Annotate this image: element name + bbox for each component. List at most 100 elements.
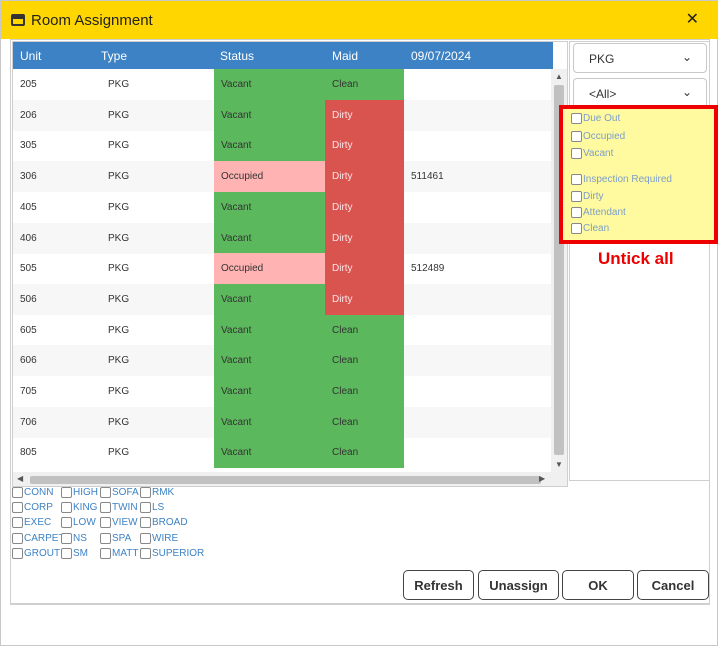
feature-tag-checkbox[interactable]: BROAD: [140, 517, 188, 529]
unassign-button[interactable]: Unassign: [478, 570, 559, 600]
header-date[interactable]: 09/07/2024: [411, 49, 471, 63]
type-cell: PKG: [108, 263, 130, 275]
filter-dropdown[interactable]: <All> ⌄: [573, 78, 707, 108]
checkbox-icon[interactable]: [571, 131, 582, 142]
table-row[interactable]: 605 PKG Vacant Clean: [13, 314, 553, 346]
checkbox-icon[interactable]: [100, 502, 111, 514]
close-icon[interactable]: ✕: [686, 12, 699, 28]
feature-tag-checkbox[interactable]: KING: [61, 502, 97, 514]
ok-button[interactable]: OK: [562, 570, 634, 600]
header-maid[interactable]: Maid: [332, 49, 358, 63]
checkbox-icon[interactable]: [100, 532, 111, 544]
scroll-up-icon[interactable]: ▲: [555, 72, 563, 81]
filter-checkbox[interactable]: Inspection Required: [571, 174, 672, 185]
feature-tag-checkbox[interactable]: SOFA: [100, 487, 139, 498]
checkbox-icon[interactable]: [12, 517, 23, 529]
feature-tag-checkbox[interactable]: RMK: [140, 487, 174, 498]
checkbox-icon[interactable]: [140, 547, 151, 559]
checkbox-icon[interactable]: [12, 547, 23, 559]
feature-tag-checkbox[interactable]: HIGH: [61, 487, 98, 498]
table-row[interactable]: 606 PKG Vacant Clean: [13, 345, 553, 377]
feature-tag-checkbox[interactable]: CARPET: [12, 532, 65, 544]
horizontal-scrollbar[interactable]: ◀ ▶: [13, 472, 567, 486]
table-row[interactable]: 306 PKG Occupied Dirty 511461: [13, 161, 553, 193]
checkbox-icon[interactable]: [100, 487, 111, 498]
feature-tag-checkbox[interactable]: GROUT: [12, 547, 60, 559]
feature-tag-checkbox[interactable]: LOW: [61, 517, 96, 529]
table-row[interactable]: 305 PKG Vacant Dirty: [13, 130, 553, 162]
checkbox-icon[interactable]: [100, 517, 111, 529]
scroll-down-icon[interactable]: ▼: [555, 460, 563, 469]
feature-tag-checkbox[interactable]: SPA: [100, 532, 131, 544]
table-row[interactable]: 705 PKG Vacant Clean: [13, 376, 553, 407]
divider: [10, 604, 710, 605]
checkbox-icon[interactable]: [12, 502, 23, 514]
header-type[interactable]: Type: [101, 49, 127, 63]
filter-checkbox[interactable]: Due Out: [571, 113, 620, 124]
checkbox-icon[interactable]: [12, 532, 23, 544]
checkbox-icon[interactable]: [571, 207, 582, 218]
feature-tag-checkbox[interactable]: VIEW: [100, 517, 138, 529]
checkbox-icon[interactable]: [140, 502, 151, 514]
checkbox-icon[interactable]: [140, 532, 151, 544]
checkbox-icon[interactable]: [140, 487, 151, 498]
feature-tag-label: TWIN: [112, 502, 138, 514]
checkbox-icon[interactable]: [571, 113, 582, 124]
status-cell: Vacant: [214, 437, 325, 469]
filter-checkbox[interactable]: Dirty: [571, 191, 604, 202]
reservation-cell: [404, 192, 553, 223]
table-row[interactable]: 205 PKG Vacant Clean: [13, 69, 553, 100]
checkbox-icon[interactable]: [61, 547, 72, 559]
filter-checkbox[interactable]: Clean: [571, 223, 609, 234]
feature-tag-checkbox[interactable]: TWIN: [100, 502, 138, 514]
header-status[interactable]: Status: [220, 49, 254, 63]
maid-cell: Dirty: [325, 222, 404, 254]
feature-tag-checkbox[interactable]: CORP: [12, 502, 53, 514]
checkbox-icon[interactable]: [100, 547, 111, 559]
checkbox-icon[interactable]: [12, 487, 23, 498]
table-row[interactable]: 405 PKG Vacant Dirty: [13, 191, 553, 223]
table-row[interactable]: 206 PKG Vacant Dirty: [13, 99, 553, 131]
feature-tag-checkbox[interactable]: SM: [61, 547, 88, 559]
feature-tag-label: CONN: [24, 487, 54, 498]
checkbox-icon[interactable]: [571, 174, 582, 185]
status-cell: Vacant: [214, 130, 325, 162]
feature-tag-checkbox[interactable]: EXEC: [12, 517, 51, 529]
feature-tag-checkbox[interactable]: MATT: [100, 547, 139, 559]
table-row[interactable]: 805 PKG Vacant Clean: [13, 437, 553, 469]
checkbox-icon[interactable]: [571, 191, 582, 202]
checkbox-icon[interactable]: [140, 517, 151, 529]
filter-checkbox[interactable]: Occupied: [571, 131, 625, 142]
status-cell: Vacant: [214, 314, 325, 346]
scroll-right-icon[interactable]: ▶: [539, 474, 545, 483]
header-unit[interactable]: Unit: [20, 49, 41, 63]
filter-checkbox[interactable]: Vacant: [571, 148, 613, 159]
feature-tag-label: CARPET: [24, 532, 65, 544]
table-row[interactable]: 706 PKG Vacant Clean: [13, 406, 553, 438]
feature-tag-checkbox[interactable]: NS: [61, 532, 87, 544]
feature-tag-checkbox[interactable]: CONN: [12, 487, 53, 498]
cancel-button[interactable]: Cancel: [637, 570, 709, 600]
filter-checkbox[interactable]: Attendant: [571, 207, 626, 218]
feature-tag-checkbox[interactable]: SUPERIOR: [140, 547, 204, 559]
checkbox-icon[interactable]: [61, 502, 72, 514]
checkbox-icon[interactable]: [61, 487, 72, 498]
filter-label: Due Out: [583, 113, 621, 124]
checkbox-icon[interactable]: [571, 223, 582, 234]
table-row[interactable]: 505 PKG Occupied Dirty 512489: [13, 253, 553, 285]
room-assignment-dialog: Room Assignment ✕ Unit Type Status Maid …: [0, 0, 718, 646]
refresh-button[interactable]: Refresh: [403, 570, 474, 600]
reservation-cell: [404, 315, 553, 346]
table-row[interactable]: 406 PKG Vacant Dirty: [13, 222, 553, 254]
table-row[interactable]: 506 PKG Vacant Dirty: [13, 283, 553, 315]
feature-tag-checkbox[interactable]: LS: [140, 502, 164, 514]
horizontal-scroll-thumb[interactable]: [30, 476, 541, 484]
scroll-left-icon[interactable]: ◀: [17, 474, 23, 483]
room-type-dropdown[interactable]: PKG ⌄: [573, 43, 707, 73]
checkbox-icon[interactable]: [61, 517, 72, 529]
feature-tag-checkbox[interactable]: WIRE: [140, 532, 178, 544]
checkbox-icon[interactable]: [571, 148, 582, 159]
checkbox-icon[interactable]: [61, 532, 72, 544]
feature-tag-label: MATT: [112, 547, 139, 559]
feature-tag-label: LOW: [73, 517, 96, 529]
